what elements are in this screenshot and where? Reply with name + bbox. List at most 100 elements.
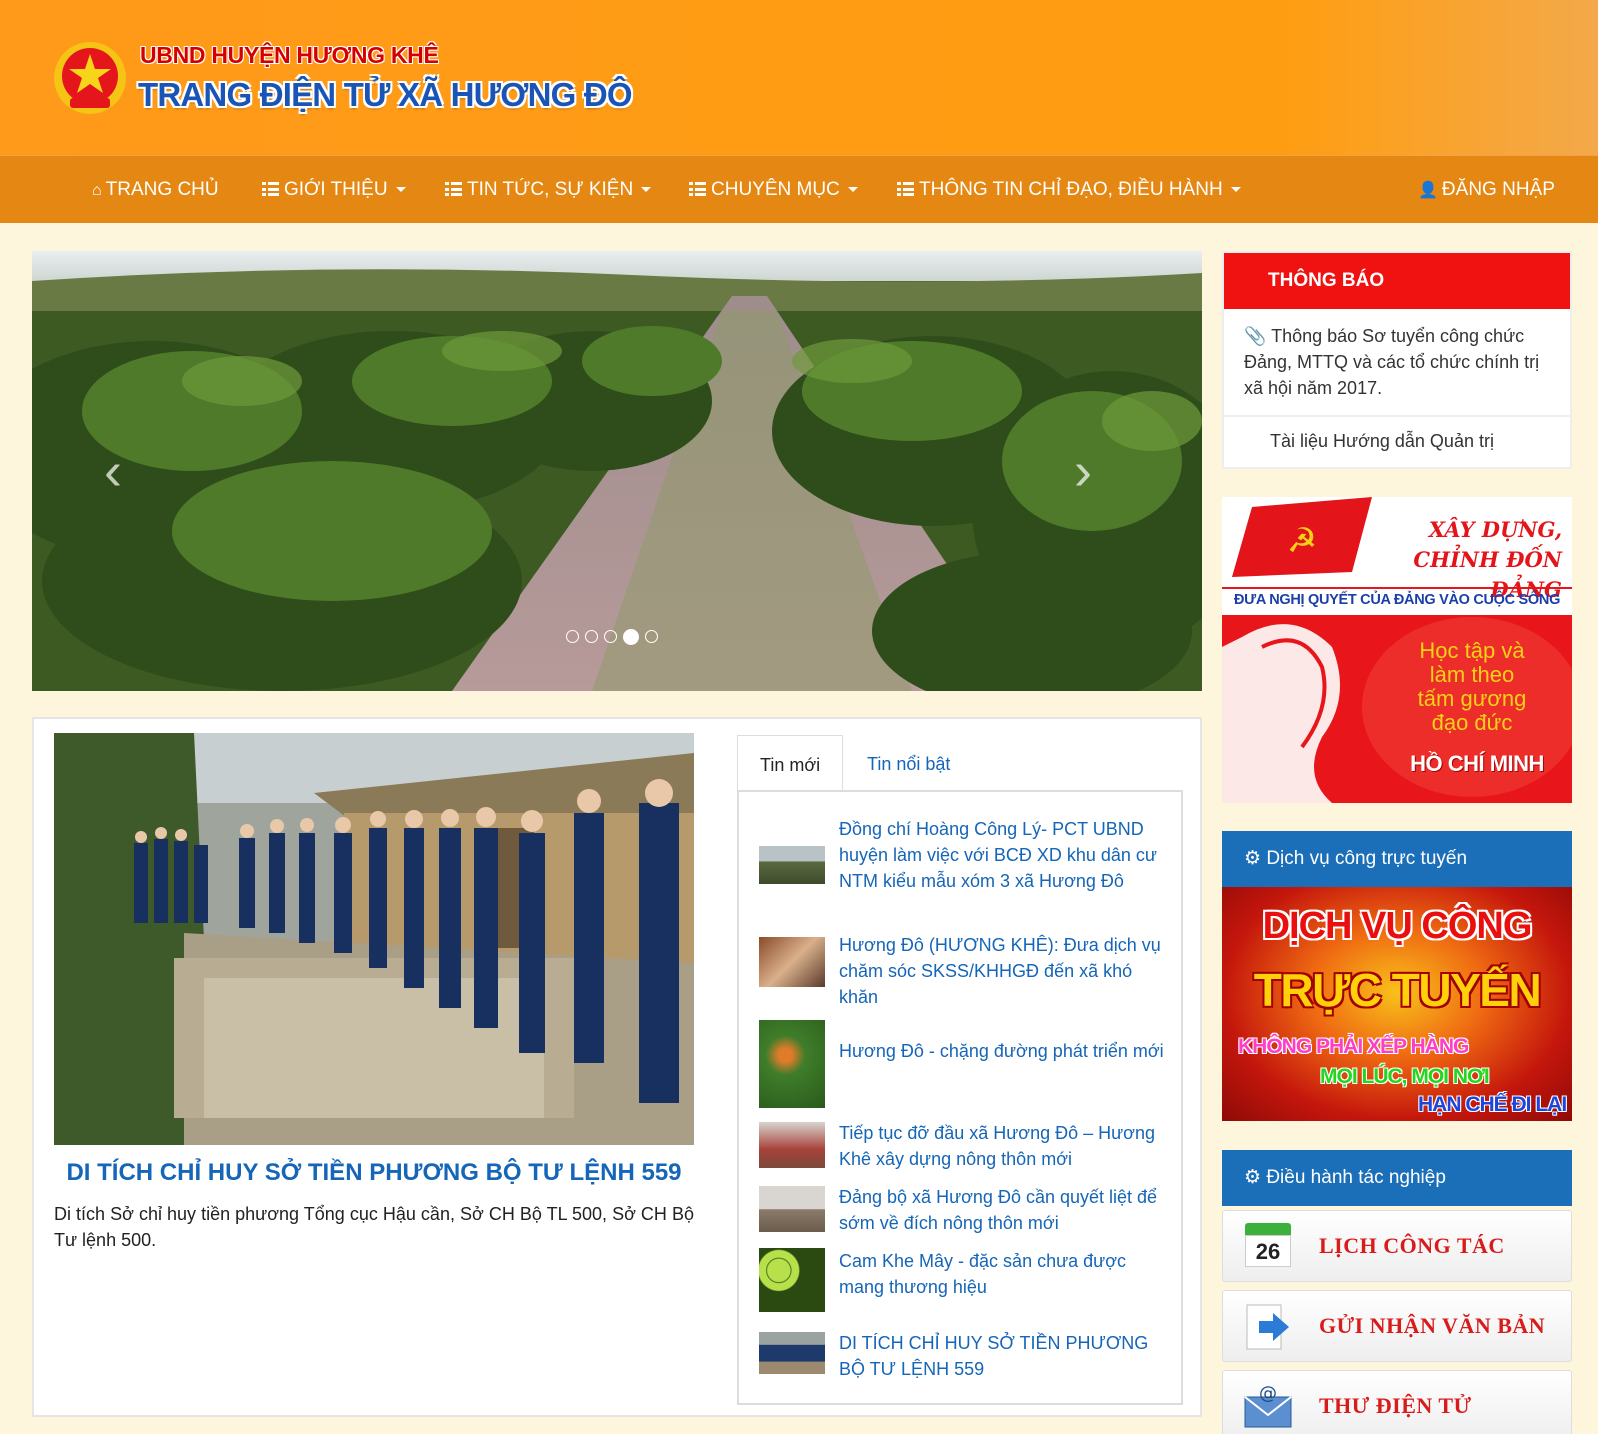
news-link[interactable]: Hương Đô - chặng đường phát triển mới xyxy=(839,1038,1169,1064)
news-thumbnail xyxy=(759,1248,825,1312)
caret-down-icon xyxy=(847,187,858,193)
notice-box: THÔNG BÁO 📎 Thông báo Sơ tuyển công chức… xyxy=(1222,251,1572,469)
online-services-heading: ⚙ Dịch vụ công trực tuyến xyxy=(1222,831,1572,887)
calendar-label: LỊCH CÔNG TÁC xyxy=(1319,1233,1505,1258)
party-line1: XÂY DỰNG, xyxy=(1428,517,1562,542)
calendar-icon: 26 xyxy=(1241,1221,1295,1273)
study-line4: đạo đức xyxy=(1431,710,1513,735)
nav-home[interactable]: ⌂ TRANG CHỦ xyxy=(92,156,219,224)
news-thumbnail xyxy=(759,1332,825,1374)
divider xyxy=(1224,415,1570,417)
slider-dot[interactable] xyxy=(604,630,617,644)
tab-featured[interactable]: Tin nổi bật xyxy=(845,735,972,791)
notice-link[interactable]: Thông báo Sơ tuyển công chức Đảng, MTTQ … xyxy=(1244,326,1539,398)
slider-dot[interactable] xyxy=(566,630,579,644)
notice-link[interactable]: Tài liệu Hướng dẫn Quản trị xyxy=(1270,431,1494,452)
site-title[interactable]: TRANG ĐIỆN TỬ XÃ HƯƠNG ĐÔ xyxy=(138,76,633,114)
news-link[interactable]: Đồng chí Hoàng Công Lý- PCT UBND huyện l… xyxy=(839,816,1169,894)
dvc-tag3: HẠN CHẾ ĐI LẠI xyxy=(1418,1093,1567,1116)
email-icon: @ xyxy=(1244,1383,1292,1428)
main-nav: ⌂ TRANG CHỦ GIỚI THIỆU TIN TỨC, SỰ KIỆN C… xyxy=(0,155,1598,223)
slider-prev-icon[interactable]: ‹ xyxy=(104,444,134,498)
caret-down-icon xyxy=(395,187,406,193)
nav-home-label: TRANG CHỦ xyxy=(105,179,219,200)
news-tabs: Tin mới Tin nổi bật Đồng chí Hoàng Công … xyxy=(737,735,1183,1405)
dvc-line1: DỊCH VỤ CÔNG xyxy=(1262,905,1533,947)
featured-news-panel: DI TÍCH CHỈ HUY SỞ TIỀN PHƯƠNG BỘ TƯ LỆN… xyxy=(32,717,1202,1417)
news-link[interactable]: Tiếp tục đỡ đầu xã Hương Đô – Hương Khê … xyxy=(839,1120,1169,1172)
news-link[interactable]: DI TÍCH CHỈ HUY SỞ TIỀN PHƯƠNG BỘ TƯ LỆN… xyxy=(839,1330,1169,1382)
notice-item[interactable]: 📎 Thông báo Sơ tuyển công chức Đảng, MTT… xyxy=(1224,309,1570,401)
nav-topics-label: CHUYÊN MỤC xyxy=(711,179,840,200)
nav-about-label: GIỚI THIỆU xyxy=(284,179,388,200)
online-services-title: Dịch vụ công trực tuyến xyxy=(1266,848,1468,869)
operations-box: ⚙ Điều hành tác nghiệp 26 LỊCH CÔNG TÁC … xyxy=(1222,1150,1572,1434)
nav-directives[interactable]: THÔNG TIN CHỈ ĐẠO, ĐIỀU HÀNH xyxy=(897,156,1241,224)
news-thumbnail xyxy=(759,1020,825,1108)
news-thumbnail xyxy=(759,846,825,884)
nav-login[interactable]: 👤 ĐĂNG NHẬP xyxy=(1418,156,1555,224)
news-thumbnail xyxy=(759,937,825,987)
operations-title: Điều hành tác nghiệp xyxy=(1266,1167,1446,1188)
document-arrow-icon xyxy=(1246,1304,1289,1350)
image-slider[interactable]: ‹ › xyxy=(32,251,1202,691)
news-link[interactable]: Đảng bộ xã Hương Đô cần quyết liệt để sớ… xyxy=(839,1184,1169,1236)
caret-down-icon xyxy=(1230,187,1241,193)
featured-image[interactable] xyxy=(54,733,694,1145)
documents-label: GỬI NHẬN VĂN BẢN xyxy=(1319,1313,1546,1338)
slider-indicators xyxy=(566,628,664,645)
nav-topics[interactable]: CHUYÊN MỤC xyxy=(689,156,858,224)
nav-about[interactable]: GIỚI THIỆU xyxy=(262,156,406,224)
caret-down-icon xyxy=(641,187,652,193)
nav-news[interactable]: TIN TỨC, SỰ KIỆN xyxy=(445,156,652,224)
tab-latest[interactable]: Tin mới xyxy=(737,735,844,791)
news-list: Đồng chí Hoàng Công Lý- PCT UBND huyện l… xyxy=(737,790,1183,1405)
dvc-tag1: KHÔNG PHẢI XẾP HÀNG xyxy=(1238,1035,1469,1058)
slider-next-icon[interactable]: › xyxy=(1074,444,1104,498)
list-icon xyxy=(689,182,706,196)
study-line1: Học tập và xyxy=(1419,638,1525,663)
slider-dot-active[interactable] xyxy=(623,628,639,645)
svg-text:☭: ☭ xyxy=(1287,521,1317,561)
nav-directives-label: THÔNG TIN CHỈ ĐẠO, ĐIỀU HÀNH xyxy=(919,179,1223,200)
featured-title[interactable]: DI TÍCH CHỈ HUY SỞ TIỀN PHƯƠNG BỘ TƯ LỆN… xyxy=(54,1159,694,1187)
email-button[interactable]: @ THƯ ĐIỆN TỬ xyxy=(1222,1370,1572,1434)
org-name: UBND HUYỆN HƯƠNG KHÊ xyxy=(140,42,439,68)
list-icon xyxy=(445,182,462,196)
gear-icon: ⚙ xyxy=(1244,1167,1262,1188)
news-link[interactable]: Cam Khe Mây - đặc sản chưa được mang thư… xyxy=(839,1248,1169,1300)
news-link[interactable]: Hương Đô (HƯƠNG KHÊ): Đưa dịch vụ chăm s… xyxy=(839,932,1169,1010)
slider-dot[interactable] xyxy=(645,630,658,644)
study-line3: tấm gương xyxy=(1417,686,1527,711)
party-building-banner[interactable]: ☭ XÂY DỰNG, CHỈNH ĐỐN ĐẢNG ĐƯA NGHỊ QUYẾ… xyxy=(1222,497,1572,803)
online-services-banner[interactable]: DỊCH VỤ CÔNG TRỰC TUYẾN KHÔNG PHẢI XẾP H… xyxy=(1222,887,1572,1121)
calendar-button[interactable]: 26 LỊCH CÔNG TÁC xyxy=(1222,1210,1572,1282)
email-label: THƯ ĐIỆN TỬ xyxy=(1319,1393,1472,1418)
home-icon: ⌂ xyxy=(92,182,102,199)
party-slogan: ĐƯA NGHỊ QUYẾT CỦA ĐẢNG VÀO CUỘC SỐNG xyxy=(1233,592,1561,608)
featured-description: Di tích Sở chỉ huy tiền phương Tổng cục … xyxy=(54,1204,694,1250)
study-line2: làm theo xyxy=(1429,662,1515,687)
slide-image xyxy=(32,251,1202,691)
documents-button[interactable]: GỬI NHẬN VĂN BẢN xyxy=(1222,1290,1572,1362)
slider-dot[interactable] xyxy=(585,630,598,644)
nav-login-label: ĐĂNG NHẬP xyxy=(1441,179,1555,200)
list-icon xyxy=(897,182,914,196)
news-thumbnail xyxy=(759,1122,825,1168)
site-header: UBND HUYỆN HƯƠNG KHÊ TRANG ĐIỆN TỬ XÃ HƯ… xyxy=(0,0,1598,155)
dvc-line2: TRỰC TUYẾN xyxy=(1253,964,1542,1016)
svg-text:@: @ xyxy=(1259,1383,1277,1404)
notice-title: THÔNG BÁO xyxy=(1224,253,1570,309)
list-icon xyxy=(262,182,279,196)
user-icon: 👤 xyxy=(1418,182,1438,199)
calendar-day: 26 xyxy=(1245,1235,1291,1267)
national-emblem-icon xyxy=(54,42,126,114)
nav-news-label: TIN TỨC, SỰ KIỆN xyxy=(467,179,634,200)
party-name: HỒ CHÍ MINH xyxy=(1410,751,1544,776)
operations-heading: ⚙ Điều hành tác nghiệp xyxy=(1222,1150,1572,1206)
paperclip-icon: 📎 xyxy=(1244,326,1267,346)
news-thumbnail xyxy=(759,1186,825,1232)
online-services-box: ⚙ Dịch vụ công trực tuyến DỊCH VỤ CÔNG T… xyxy=(1222,831,1572,1121)
gear-icon: ⚙ xyxy=(1244,848,1262,869)
dvc-tag2: MỌI LÚC, MỌI NƠI xyxy=(1320,1065,1490,1088)
